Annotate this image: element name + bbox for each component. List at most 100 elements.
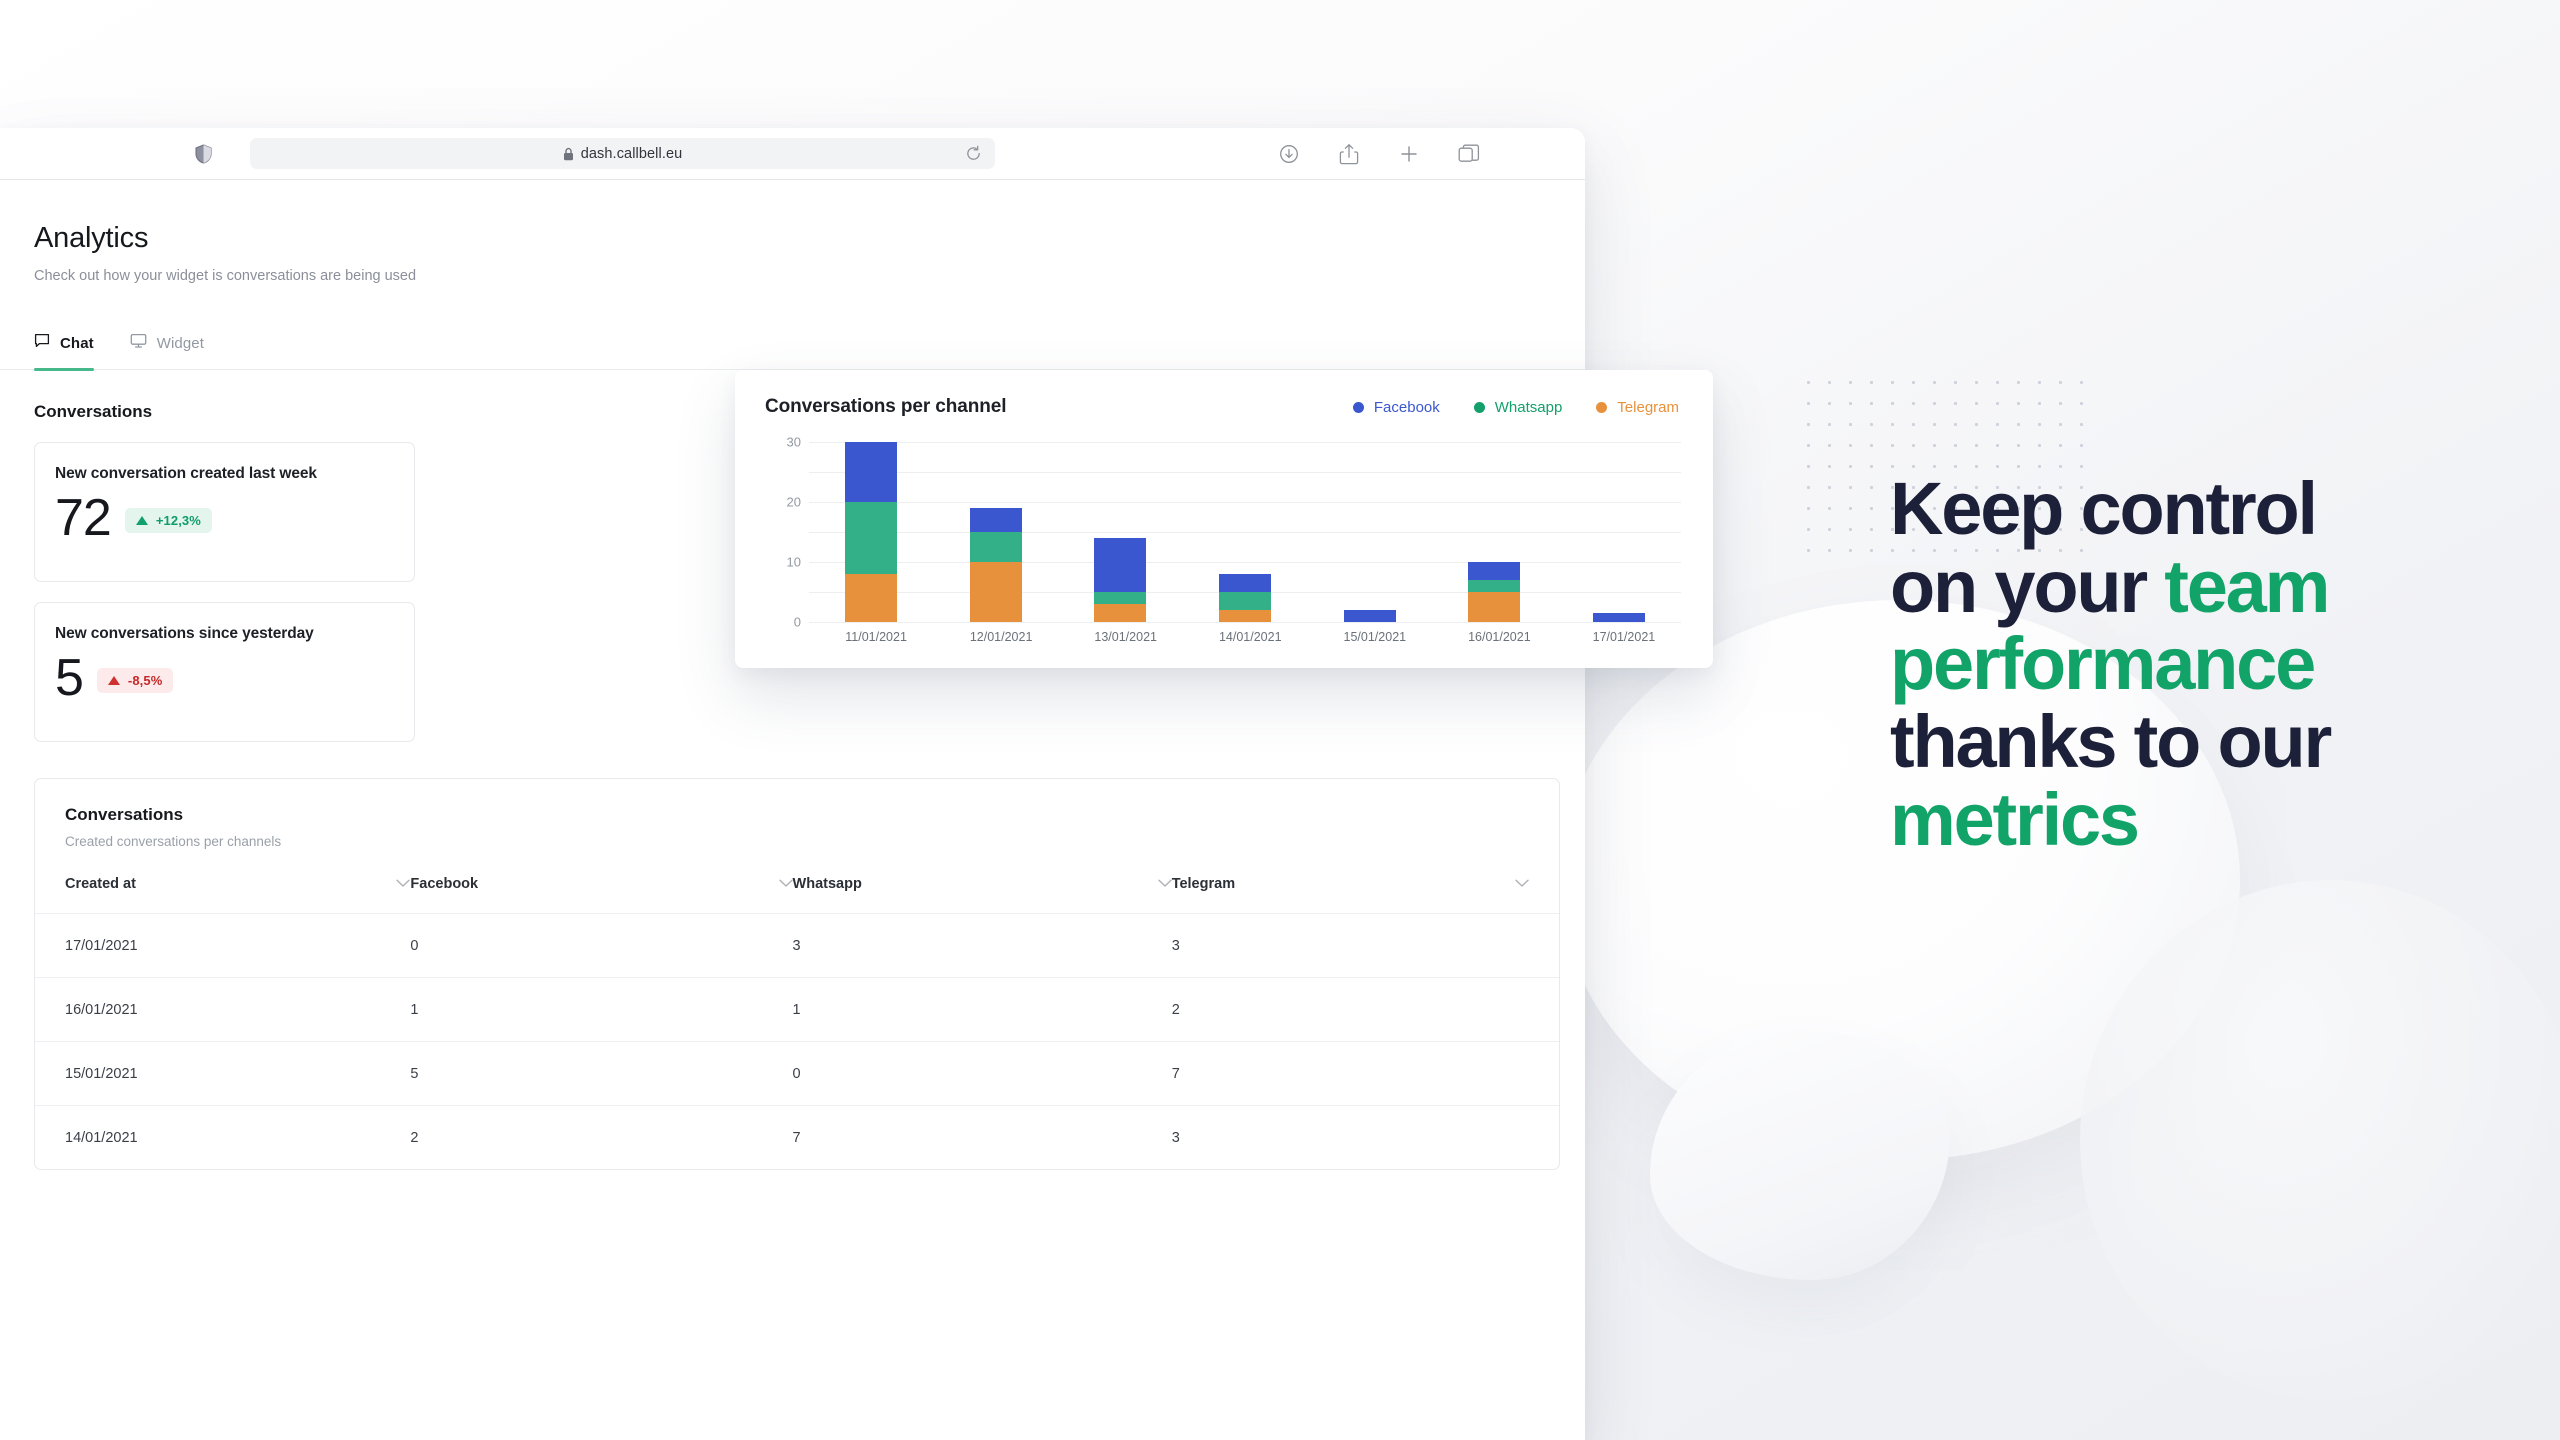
chart-y-axis: 0 10 20 30 (765, 435, 801, 630)
tab-widget[interactable]: Widget (130, 333, 204, 370)
bar-stack[interactable] (1218, 442, 1271, 622)
bar-stack[interactable] (969, 442, 1022, 622)
chevron-down-icon[interactable] (396, 875, 411, 893)
table-row[interactable]: 17/01/2021 0 3 3 (35, 913, 1559, 977)
status-badge: +12,3% (124, 508, 212, 534)
y-axis-tick-label: 0 (793, 614, 801, 630)
y-axis-tick-label: 10 (786, 554, 801, 570)
bar-stack[interactable] (845, 442, 898, 622)
bar-segment-facebook (845, 442, 898, 502)
legend-item-whatsapp[interactable]: Whatsapp (1473, 398, 1563, 416)
metric-card-last-week: New conversation created last week 72 +1… (34, 442, 415, 582)
conversations-per-channel-chart-card: Conversations per channel Facebook Whats… (735, 370, 1713, 668)
bar-segment-facebook (1218, 574, 1271, 592)
chevron-down-icon[interactable] (1157, 875, 1172, 893)
address-bar[interactable]: dash.callbell.eu (250, 138, 995, 169)
y-axis-tick-label: 20 (786, 494, 801, 510)
url-text: dash.callbell.eu (580, 145, 683, 162)
bar-segment-telegram (845, 574, 898, 622)
x-axis-tick-label: 17/01/2021 (1592, 630, 1656, 644)
page-subtitle: Check out how your widget is conversatio… (34, 268, 417, 284)
cell-telegram: 2 (1171, 1001, 1180, 1018)
cell-created-at: 17/01/2021 (65, 937, 138, 954)
column-label: Whatsapp (792, 876, 862, 892)
browser-toolbar: dash.callbell.eu (0, 128, 1585, 180)
cell-created-at: 15/01/2021 (65, 1065, 138, 1082)
triangle-down-icon (107, 676, 120, 686)
bar-stack[interactable] (1343, 442, 1396, 622)
table-column-header-created-at[interactable]: Created at (65, 875, 411, 893)
headline-text: on your (1890, 544, 2165, 628)
metric-value: 72 (55, 489, 112, 547)
legend-label: Whatsapp (1494, 398, 1563, 416)
cell-whatsapp: 7 (792, 1129, 801, 1146)
headline-line-1: Keep control (1890, 470, 2530, 548)
legend-label: Facebook (1373, 398, 1440, 416)
toolbar-left-group (0, 143, 250, 164)
chart-x-axis: 11/01/2021 12/01/2021 13/01/2021 14/01/2021… (809, 630, 1681, 644)
table-column-header-whatsapp[interactable]: Whatsapp (793, 875, 1172, 893)
table-column-header-telegram[interactable]: Telegram (1172, 875, 1529, 893)
new-tab-icon[interactable] (1397, 142, 1421, 166)
headline-text: Keep control (1890, 467, 2318, 550)
bar-segment-telegram (1218, 610, 1271, 622)
bar-segment-whatsapp (1094, 592, 1147, 604)
table-row[interactable]: 15/01/2021 5 0 7 (35, 1041, 1559, 1105)
table-title: Conversations (65, 805, 184, 824)
download-icon[interactable] (1277, 142, 1301, 166)
metric-value-row: 72 +12,3% (55, 489, 394, 547)
conversations-table-card: Conversations Created conversations per … (34, 778, 1560, 1170)
headline-highlight: performance (1890, 622, 2316, 706)
marketing-headline: Keep control on your team performance th… (1890, 470, 2530, 858)
bar-segment-telegram (969, 562, 1022, 622)
table-row[interactable]: 14/01/2021 2 7 3 (35, 1105, 1559, 1169)
cell-facebook: 0 (410, 937, 419, 954)
lock-icon (563, 147, 574, 161)
x-axis-tick-label: 16/01/2021 (1468, 630, 1531, 644)
tab-chat[interactable]: Chat (34, 333, 94, 371)
shield-icon[interactable] (195, 143, 212, 164)
tab-overview-icon[interactable] (1457, 142, 1481, 166)
bar-segment-whatsapp (845, 502, 898, 574)
table-header-row: Created at Facebook Whatsapp Telegram (35, 875, 1559, 913)
chart-plot-area: 0 10 20 30 11/01/2021 12/01/2021 13/01/2021 14… (765, 435, 1685, 654)
chevron-down-icon[interactable] (778, 875, 793, 893)
cell-created-at: 14/01/2021 (65, 1129, 138, 1146)
bar-stack[interactable] (1468, 442, 1521, 622)
tab-chat-label: Chat (60, 335, 94, 352)
headline-text: thanks to our (1890, 700, 2332, 784)
cell-telegram: 7 (1171, 1065, 1180, 1082)
cell-whatsapp: 3 (792, 937, 801, 954)
page-backdrop: dash.callbell.eu Analytics Check out how… (0, 0, 2560, 1440)
triangle-up-icon (135, 516, 148, 526)
table-row[interactable]: 16/01/2021 1 1 2 (35, 977, 1559, 1041)
headline-line-4: thanks to our (1890, 703, 2530, 781)
reload-icon[interactable] (961, 142, 985, 166)
bar-segment-telegram (1094, 604, 1147, 622)
bar-segment-facebook (969, 508, 1022, 532)
bar-segment-facebook (1343, 610, 1396, 622)
x-axis-tick-label: 14/01/2021 (1218, 630, 1282, 644)
legend-item-telegram[interactable]: Telegram (1596, 399, 1679, 416)
bar-stack[interactable] (1094, 442, 1147, 622)
status-badge-label: +12,3% (155, 513, 201, 529)
share-icon[interactable] (1337, 142, 1361, 166)
bar-segment-whatsapp (969, 532, 1022, 562)
cell-created-at: 16/01/2021 (65, 1001, 138, 1018)
toolbar-right-group (995, 142, 1585, 166)
x-axis-tick-label: 12/01/2021 (969, 630, 1033, 644)
x-axis-tick-label: 13/01/2021 (1094, 630, 1157, 644)
table-column-header-facebook[interactable]: Facebook (410, 875, 793, 893)
chevron-down-icon[interactable] (1515, 875, 1529, 893)
cell-telegram: 3 (1171, 937, 1180, 954)
metric-value: 5 (55, 649, 84, 707)
legend-label: Telegram (1617, 398, 1679, 416)
tab-bar: Chat Widget (0, 333, 1585, 371)
bar-stack[interactable] (1592, 442, 1645, 622)
page-title: Analytics (34, 222, 149, 254)
headline-highlight: team (2164, 544, 2330, 628)
legend-dot-icon (1352, 401, 1364, 413)
browser-window: dash.callbell.eu Analytics Check out how… (0, 128, 1585, 1440)
legend-item-facebook[interactable]: Facebook (1352, 398, 1440, 416)
chat-bubble-icon (34, 333, 50, 354)
